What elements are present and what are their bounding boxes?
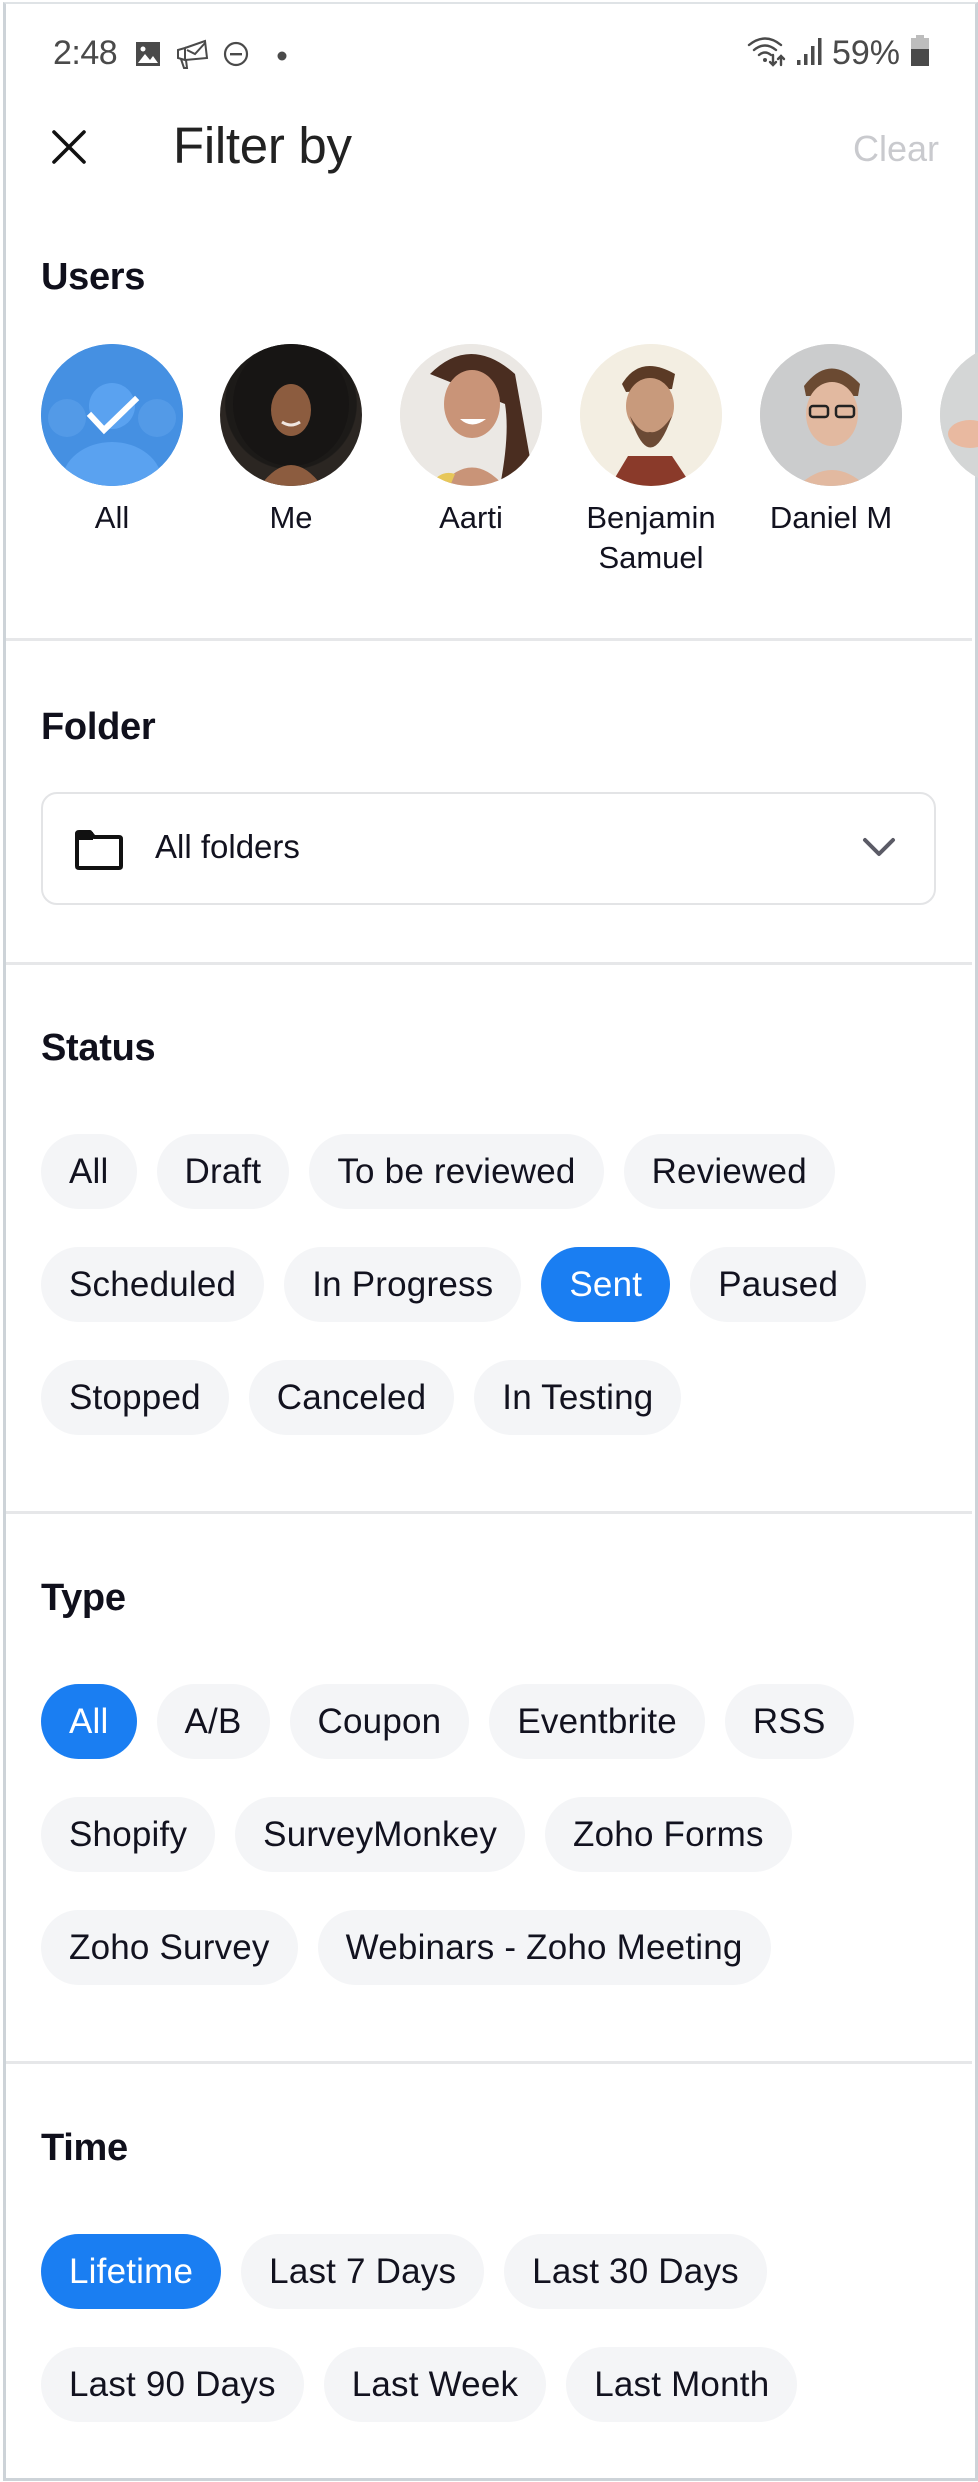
section-divider	[6, 2061, 972, 2064]
type-chip-rss[interactable]: RSS	[724, 1684, 854, 1759]
status-chip-draft[interactable]: Draft	[156, 1134, 290, 1209]
user-ja[interactable]: Ja	[940, 344, 978, 584]
avatar-photo	[580, 344, 722, 486]
clear-button[interactable]: Clear	[853, 128, 939, 170]
user-daniel-m[interactable]: Daniel M	[760, 344, 902, 538]
status-time: 2:48	[53, 34, 118, 72]
wifi-icon	[746, 35, 786, 72]
time-chips: Lifetime Last 7 Days Last 30 Days Last 90 D…	[41, 2234, 941, 2422]
folder-selected-value: All folders	[155, 828, 300, 865]
type-chip-coupon[interactable]: Coupon	[289, 1684, 470, 1759]
close-button[interactable]	[44, 122, 94, 172]
type-chip-all[interactable]: All	[41, 1684, 137, 1759]
battery-percent: 59%	[831, 34, 900, 72]
all-users-check-icon	[41, 344, 183, 486]
dot-icon	[277, 48, 287, 66]
avatar	[940, 344, 978, 486]
status-bar: 2:48 59%	[0, 0, 978, 100]
gallery-icon	[135, 41, 161, 72]
user-all[interactable]: All	[41, 344, 183, 538]
type-chip-zoho-survey[interactable]: Zoho Survey	[41, 1910, 298, 1985]
avatar-photo	[760, 344, 902, 486]
time-chip-last-week[interactable]: Last Week	[323, 2347, 547, 2422]
campaign-icon	[175, 38, 209, 75]
user-name: Me	[269, 500, 313, 535]
folder-heading: Folder	[41, 706, 156, 748]
status-chip-stopped[interactable]: Stopped	[41, 1360, 229, 1435]
status-chip-canceled[interactable]: Canceled	[248, 1360, 455, 1435]
status-chip-in-testing[interactable]: In Testing	[474, 1360, 682, 1435]
close-icon	[44, 130, 94, 176]
do-not-disturb-icon	[223, 41, 249, 72]
avatar	[580, 344, 722, 486]
type-chip-surveymonkey[interactable]: SurveyMonkey	[235, 1797, 526, 1872]
notification-icons	[135, 38, 287, 75]
avatar-photo	[233, 344, 349, 486]
section-divider	[6, 962, 972, 965]
user-name: Benjamin Samuel	[586, 500, 716, 575]
status-chip-in-progress[interactable]: In Progress	[284, 1247, 522, 1322]
type-chip-zoho-forms[interactable]: Zoho Forms	[545, 1797, 792, 1872]
user-name: Daniel M	[769, 500, 893, 535]
status-chip-to-be-reviewed[interactable]: To be reviewed	[309, 1134, 604, 1209]
avatar-photo	[940, 344, 978, 486]
user-name: Aarti	[439, 500, 503, 535]
type-chip-webinars-zoho-meeting[interactable]: Webinars - Zoho Meeting	[317, 1910, 771, 1985]
user-me[interactable]: Me	[220, 344, 362, 538]
time-chip-lifetime[interactable]: Lifetime	[41, 2234, 222, 2309]
avatar	[400, 344, 542, 486]
type-chip-eventbrite[interactable]: Eventbrite	[489, 1684, 705, 1759]
avatar-photo	[400, 344, 542, 486]
status-chips: All Draft To be reviewed Reviewed Scheduled I…	[41, 1134, 941, 1435]
user-benjamin-samuel[interactable]: Benjamin Samuel	[580, 344, 722, 578]
time-chip-last-90-days[interactable]: Last 90 Days	[41, 2347, 304, 2422]
time-chip-last-month[interactable]: Last Month	[566, 2347, 798, 2422]
status-heading: Status	[41, 1027, 156, 1069]
users-carousel[interactable]: All Me Aarti Benjamin Samuel Daniel M	[41, 344, 978, 584]
avatar	[220, 344, 362, 486]
chevron-down-icon	[862, 836, 896, 865]
user-name: All	[94, 500, 130, 535]
all-users-avatar	[41, 344, 183, 486]
section-divider	[6, 638, 972, 641]
battery-icon	[910, 35, 930, 72]
section-divider	[6, 1511, 972, 1514]
signal-icon	[796, 36, 822, 71]
type-chips: All A/B Coupon Eventbrite RSS Shopify SurveyMo…	[41, 1684, 941, 1985]
system-icons: 59%	[746, 34, 930, 73]
time-chip-last-7-days[interactable]: Last 7 Days	[241, 2234, 485, 2309]
avatar	[760, 344, 902, 486]
user-aarti[interactable]: Aarti	[400, 344, 542, 538]
time-chip-last-30-days[interactable]: Last 30 Days	[504, 2234, 767, 2309]
folder-icon	[74, 830, 124, 875]
users-heading: Users	[41, 256, 146, 298]
time-heading: Time	[41, 2127, 128, 2169]
page-title: Filter by	[173, 117, 352, 174]
status-chip-paused[interactable]: Paused	[690, 1247, 867, 1322]
user-name: Ja	[921, 550, 978, 584]
folder-dropdown[interactable]: All folders	[41, 792, 936, 905]
status-chip-all[interactable]: All	[41, 1134, 137, 1209]
type-heading: Type	[41, 1577, 126, 1619]
status-chip-scheduled[interactable]: Scheduled	[41, 1247, 265, 1322]
type-chip-a-b[interactable]: A/B	[156, 1684, 270, 1759]
status-chip-reviewed[interactable]: Reviewed	[623, 1134, 835, 1209]
type-chip-shopify[interactable]: Shopify	[41, 1797, 216, 1872]
status-chip-sent[interactable]: Sent	[541, 1247, 671, 1322]
